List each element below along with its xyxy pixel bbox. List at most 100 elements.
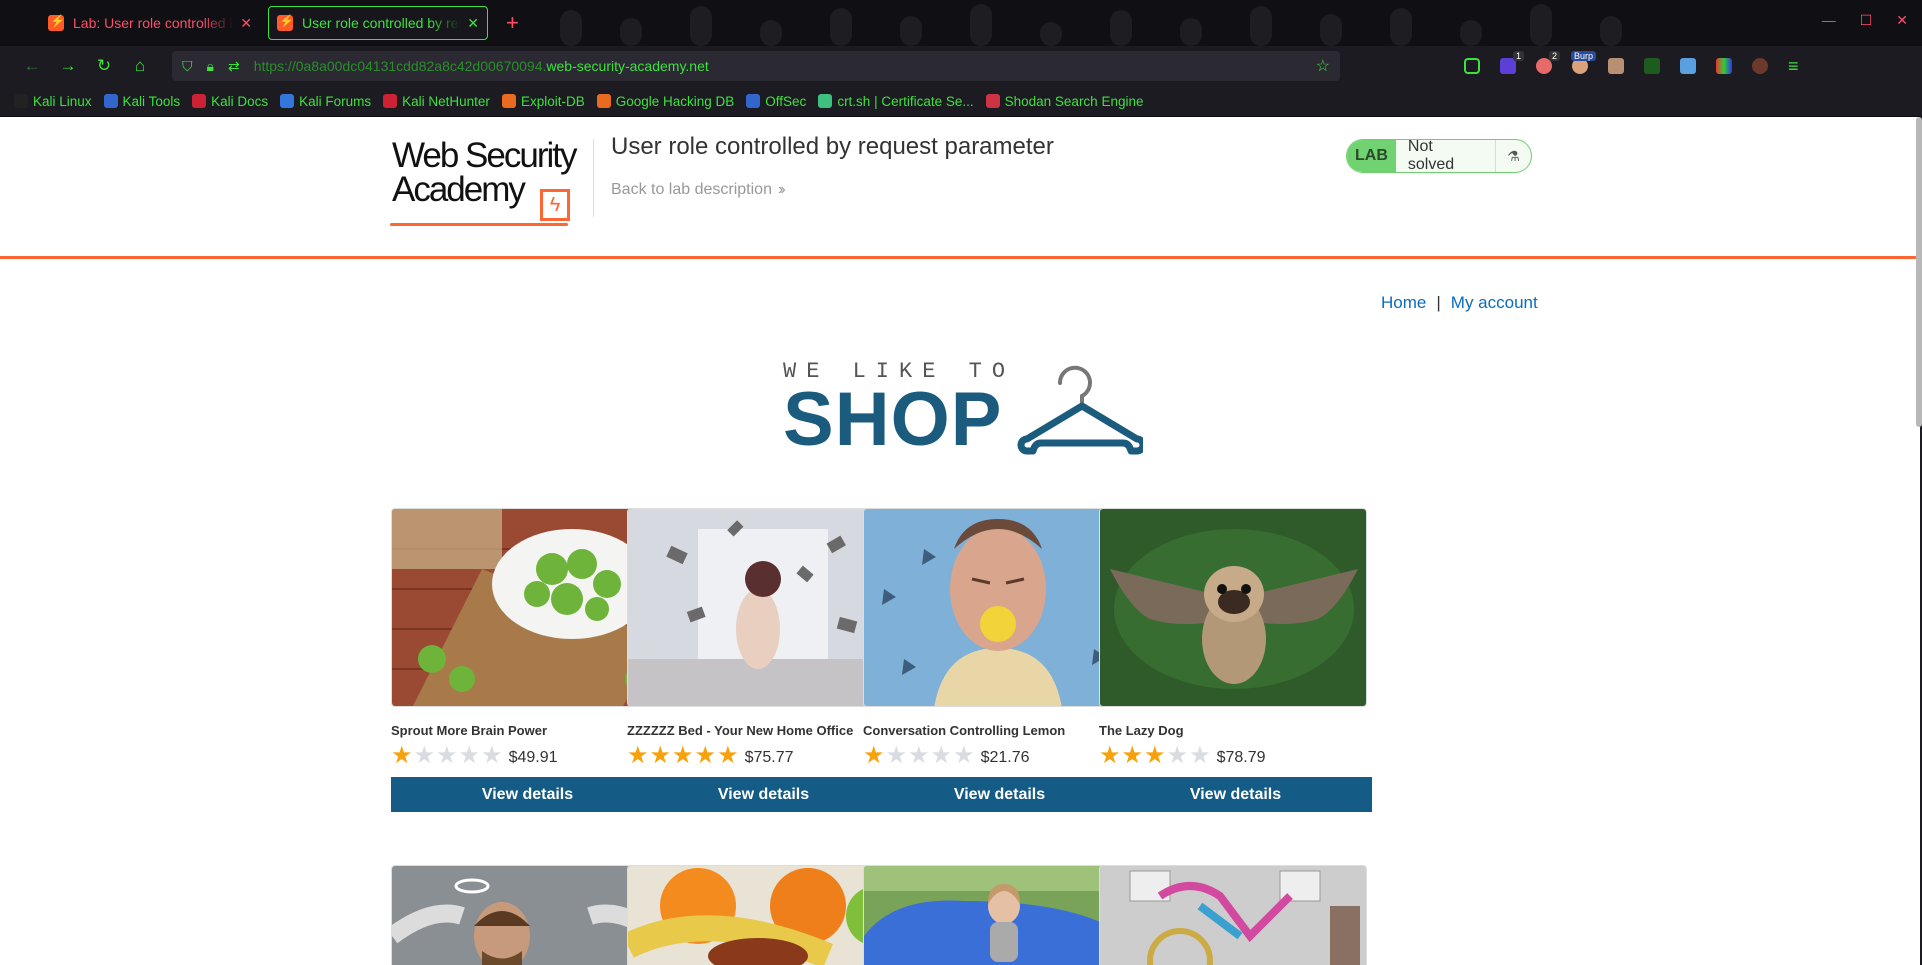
bookmark-item[interactable]: OffSec <box>746 94 806 109</box>
hamburger-menu-icon[interactable]: ≡ <box>1788 56 1799 77</box>
star-filled-icon: ★ <box>649 742 672 769</box>
bookmark-label: Shodan Search Engine <box>1004 93 1144 109</box>
close-window-icon[interactable]: ✕ <box>1896 12 1908 29</box>
close-icon[interactable]: ✕ <box>240 15 252 32</box>
product-card: Sprout More Brain Power ★ ★ ★ ★ ★ $49.91 View d… <box>391 508 664 812</box>
minimize-icon[interactable]: — <box>1822 12 1836 29</box>
tab-lab-page[interactable]: User role controlled by request paramete… <box>268 6 488 40</box>
bookmark-item[interactable]: Kali Tools <box>103 94 180 109</box>
lab-tag: LAB <box>1347 140 1396 172</box>
bookmark-favicon-icon <box>501 94 516 108</box>
star-filled-icon: ★ <box>391 742 413 769</box>
forward-arrow-icon[interactable]: → <box>50 56 86 76</box>
star-empty-icon: ★ <box>436 742 458 769</box>
lock-icon[interactable]: 🔒︎ <box>207 58 214 75</box>
bookmark-label: Kali NetHunter <box>402 93 490 109</box>
we-like-to-shop-logo: WE LIKE TO SHOP <box>783 359 1143 459</box>
view-details-button[interactable]: View details <box>627 777 900 812</box>
extension-icon[interactable]: 1 <box>1500 51 1524 74</box>
view-details-button[interactable]: View details <box>391 777 664 812</box>
star-empty-icon: ★ <box>953 742 975 769</box>
bookmark-item[interactable]: Shodan Search Engine <box>985 93 1144 109</box>
permissions-icon[interactable]: ⇄ <box>228 58 240 75</box>
product-name: ZZZZZZ Bed - Your New Home Office <box>627 723 854 738</box>
back-arrow-icon[interactable]: ← <box>14 56 50 76</box>
extension-icon[interactable] <box>1752 58 1768 74</box>
tab-lab-description[interactable]: Lab: User role controlled by request par… <box>40 6 260 40</box>
home-icon[interactable]: ⌂ <box>122 56 158 76</box>
maximize-icon[interactable]: ☐ <box>1860 12 1873 29</box>
nav-my-account-link[interactable]: My account <box>1451 293 1538 312</box>
product-image-brussels-sprouts <box>391 508 659 707</box>
product-price: $21.76 <box>980 749 1030 766</box>
page-scrollbar[interactable] <box>1916 117 1922 427</box>
double-chevron-right-icon: ›› <box>777 181 785 198</box>
burp-extension-icon[interactable]: Burp <box>1570 51 1596 74</box>
product-image-girl-beanbag <box>863 865 1131 965</box>
product-rating-price: ★ ★ ★ ★ ★ $49.91 <box>391 744 664 768</box>
new-tab-plus-icon[interactable]: + <box>506 10 519 36</box>
extension-icon[interactable] <box>1680 58 1696 74</box>
lab-status-text: Not solved <box>1407 139 1455 173</box>
product-name: The Lazy Dog <box>1099 723 1184 738</box>
lab-header: Web Security Academy ϟ User role control… <box>0 117 1920 259</box>
bookmark-item[interactable]: Kali NetHunter <box>383 94 490 109</box>
bookmark-item[interactable]: Exploit-DB <box>501 93 585 109</box>
product-image-flying-books <box>627 508 895 707</box>
url-bar[interactable]: ⛉ 🔒︎ ⇄ https://0a8a00dc04131cdd82a8c42d0… <box>172 51 1340 81</box>
product-price: $78.79 <box>1216 749 1266 766</box>
product-price: $49.91 <box>508 749 558 766</box>
view-details-button[interactable]: View details <box>1099 777 1372 812</box>
product-image-fruit <box>627 865 895 965</box>
star-empty-icon: ★ <box>1166 742 1189 769</box>
web-security-academy-logo[interactable]: Web Security Academy ϟ <box>390 138 592 229</box>
theme-decoration <box>560 4 1622 46</box>
product-card <box>863 865 1136 965</box>
bookmark-item[interactable]: Google Hacking DB <box>596 94 734 109</box>
coat-hanger-icon <box>1017 365 1143 455</box>
burp-favicon-icon <box>48 14 65 31</box>
extension-icon[interactable] <box>1608 58 1624 74</box>
nav-separator: | <box>1436 293 1441 312</box>
bookmark-item[interactable]: crt.sh | Certificate Se... <box>818 94 974 109</box>
star-empty-icon: ★ <box>908 742 930 769</box>
nav-home-link[interactable]: Home <box>1381 293 1426 312</box>
bookmark-label: OffSec <box>765 93 807 109</box>
view-details-button[interactable]: View details <box>863 777 1136 812</box>
browser-window: Lab: User role controlled by request par… <box>0 0 1922 965</box>
shield-icon[interactable]: ⛉ <box>182 58 193 75</box>
reload-icon[interactable]: ↻ <box>86 56 122 76</box>
extension-icon[interactable] <box>1716 58 1732 74</box>
bookmark-favicon-icon <box>192 94 207 108</box>
bookmarks-toolbar: Kali Linux Kali Tools Kali Docs Kali Forums… <box>0 86 1922 117</box>
star-filled-icon: ★ <box>627 742 649 769</box>
product-image-angel-man <box>391 865 659 965</box>
extension-icon[interactable] <box>1644 58 1660 74</box>
bookmark-item[interactable]: Kali Linux <box>14 94 92 109</box>
star-empty-icon: ★ <box>1189 742 1211 769</box>
star-empty-icon: ★ <box>481 742 503 769</box>
flask-icon[interactable]: ⚗ <box>1495 140 1531 172</box>
bookmark-favicon-icon <box>103 94 118 108</box>
url-scheme-subdomain: https://0a8a00dc04131cdd82a8c42d00670094… <box>253 58 547 74</box>
star-filled-icon: ★ <box>672 742 694 769</box>
bookmark-favicon-icon <box>383 94 398 108</box>
bookmark-item[interactable]: Kali Forums <box>280 94 371 109</box>
bookmark-item[interactable]: Kali Docs <box>192 94 268 109</box>
bookmark-label: Kali Docs <box>211 93 269 109</box>
star-filled-icon: ★ <box>717 742 739 769</box>
bookmark-label: Exploit-DB <box>520 93 585 109</box>
product-card: Conversation Controlling Lemon ★ ★ ★ ★ ★ $21.7… <box>863 508 1136 812</box>
back-to-lab-description-link[interactable]: Back to lab description ›› <box>611 181 785 199</box>
close-icon[interactable]: ✕ <box>467 15 479 32</box>
bookmark-label: Kali Forums <box>299 93 372 109</box>
product-image-flying-pug <box>1099 508 1367 707</box>
product-rating-price: ★ ★ ★ ★ ★ $21.76 <box>863 744 1136 768</box>
tab-title: User role controlled by request paramete… <box>302 15 461 31</box>
extension-icon[interactable]: 2 <box>1536 51 1560 74</box>
star-filled-icon: ★ <box>1099 742 1121 769</box>
pocket-icon[interactable] <box>1464 58 1480 74</box>
bookmark-star-icon[interactable]: ☆ <box>1316 56 1330 76</box>
product-image-knitted-bike <box>1099 865 1367 965</box>
product-rating-price: ★ ★ ★ ★ ★ $75.77 <box>627 744 900 768</box>
